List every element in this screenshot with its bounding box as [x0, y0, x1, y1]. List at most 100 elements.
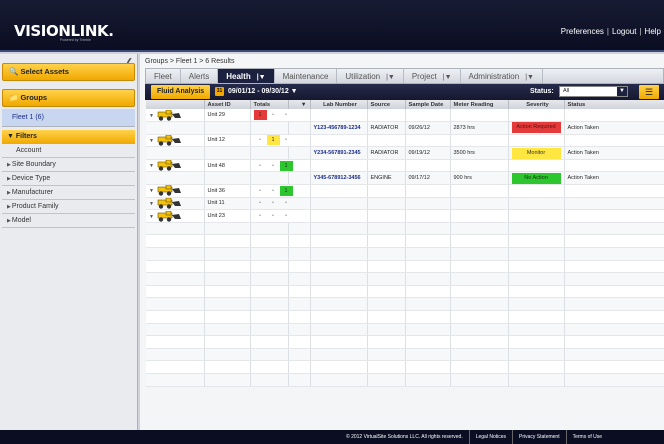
calendar-icon[interactable]: 31 — [215, 87, 224, 96]
severity-marker[interactable]: • — [280, 211, 293, 221]
severity-marker[interactable]: 1 — [279, 160, 293, 171]
col-header-status[interactable]: Status — [564, 100, 664, 109]
logout-link[interactable]: Logout — [609, 27, 639, 36]
lab-number-cell[interactable] — [310, 209, 368, 223]
table-row[interactable]: ▼ Unit 29 1 • • — [146, 109, 664, 123]
tab-health[interactable]: Health |▼ — [218, 69, 275, 83]
lab-number-cell[interactable] — [310, 348, 368, 362]
tab-project[interactable]: Project |▼ — [404, 69, 461, 83]
table-row[interactable] — [146, 335, 664, 349]
tab-alerts[interactable]: Alerts — [181, 69, 219, 83]
select-assets-button[interactable]: 🔍 Select Assets — [2, 63, 135, 81]
triangle-down-icon[interactable]: ▼ — [149, 138, 154, 144]
triangle-down-icon[interactable]: ▼ — [149, 113, 154, 119]
help-link[interactable]: Help — [642, 27, 664, 36]
chevron-down-icon[interactable]: |▼ — [386, 74, 395, 81]
lab-number-cell[interactable]: Y345-678912-3456 — [310, 171, 368, 186]
triangle-down-icon[interactable]: ▼ — [149, 214, 154, 220]
table-row[interactable] — [146, 247, 664, 261]
asset-id-cell[interactable] — [204, 234, 251, 249]
chevron-down-icon[interactable]: |▼ — [443, 74, 452, 81]
table-row[interactable] — [146, 260, 664, 274]
severity-marker[interactable]: 1 — [279, 185, 293, 196]
filter-item-model[interactable]: ▶Model — [2, 214, 135, 228]
lab-number-cell[interactable] — [310, 360, 368, 374]
asset-id-cell[interactable] — [204, 360, 251, 374]
lab-number-cell[interactable] — [310, 310, 368, 324]
lab-number-cell[interactable]: Y234-567891-2345 — [310, 146, 368, 160]
lab-number-cell[interactable] — [310, 197, 368, 211]
lab-number-cell[interactable] — [310, 272, 368, 286]
table-row[interactable]: Y234-567891-2345 RADIATOR 09/19/12 3500 hrs… — [146, 146, 664, 160]
table-row[interactable]: Y123-456789-1234 RADIATOR 09/26/12 2873 hrs… — [146, 121, 664, 135]
severity-marker[interactable]: 1 — [266, 135, 280, 146]
lab-number-cell[interactable] — [310, 373, 368, 387]
severity-marker[interactable]: • — [254, 161, 267, 171]
lab-number-cell[interactable] — [310, 109, 368, 123]
severity-marker[interactable]: • — [280, 135, 293, 145]
privacy-statement-link[interactable]: Privacy Statement — [512, 430, 566, 444]
triangle-down-icon[interactable]: ▼ — [149, 163, 154, 169]
asset-id-cell[interactable] — [204, 121, 251, 135]
lab-number-cell[interactable] — [310, 159, 368, 173]
filter-item-account[interactable]: Account — [2, 144, 135, 158]
table-row[interactable] — [146, 360, 664, 374]
fleet-group-item[interactable]: Fleet 1 (6) — [2, 109, 135, 127]
col-header-meter-reading[interactable]: Meter Reading — [450, 100, 509, 109]
groups-header[interactable]: 📁 Groups — [2, 89, 135, 107]
tab-utilization[interactable]: Utilization |▼ — [337, 69, 404, 83]
filter-item-device-type[interactable]: ▶Device Type — [2, 172, 135, 186]
asset-id-cell[interactable] — [204, 247, 251, 261]
table-row[interactable]: ▼ Unit 12 • 1 • — [146, 134, 664, 148]
asset-id-cell[interactable] — [204, 272, 251, 286]
chevron-down-icon[interactable]: |▼ — [257, 74, 266, 81]
table-row[interactable] — [146, 234, 664, 249]
lab-number-cell[interactable] — [310, 234, 368, 249]
date-range-selector[interactable]: 09/01/12 - 09/30/12 ▼ — [228, 86, 298, 98]
asset-id-cell[interactable]: Unit 29 — [204, 109, 251, 123]
table-row[interactable]: ▼ Unit 23 • • • — [146, 209, 664, 223]
table-row[interactable] — [146, 272, 664, 286]
severity-marker[interactable]: • — [254, 135, 267, 145]
asset-id-cell[interactable] — [204, 285, 251, 299]
col-header-source[interactable]: Source — [367, 100, 406, 109]
col-header-lab-number[interactable]: Lab Number — [310, 100, 368, 109]
table-row[interactable] — [146, 310, 664, 324]
filter-menu-button[interactable]: ☰ — [639, 85, 659, 99]
asset-id-cell[interactable] — [204, 373, 251, 387]
triangle-down-icon[interactable]: ▼ — [149, 188, 154, 194]
chevron-down-icon[interactable]: |▼ — [525, 74, 534, 81]
asset-id-cell[interactable] — [204, 323, 251, 337]
asset-id-cell[interactable] — [204, 222, 251, 236]
lab-number-cell[interactable] — [310, 260, 368, 274]
table-row[interactable] — [146, 348, 664, 362]
asset-id-cell[interactable] — [204, 171, 251, 186]
severity-badge[interactable]: Monitor — [511, 147, 561, 159]
lab-number-cell[interactable]: Y123-456789-1234 — [310, 121, 368, 135]
severity-marker[interactable]: • — [267, 186, 280, 196]
severity-marker[interactable]: • — [280, 198, 293, 208]
terms-of-use-link[interactable]: Terms of Use — [565, 430, 608, 444]
lab-number-cell[interactable] — [310, 335, 368, 349]
lab-number-cell[interactable] — [310, 285, 368, 299]
tab-maintenance[interactable]: Maintenance — [275, 69, 338, 83]
severity-marker[interactable]: • — [267, 161, 280, 171]
severity-marker[interactable]: • — [267, 198, 280, 208]
table-row[interactable] — [146, 297, 664, 311]
col-header-sample-date[interactable]: Sample Date — [405, 100, 451, 109]
triangle-down-icon[interactable]: ▼ — [149, 201, 154, 207]
lab-number-cell[interactable] — [310, 184, 368, 198]
filter-item-manufacturer[interactable]: ▶Manufacturer — [2, 186, 135, 200]
asset-id-cell[interactable]: Unit 23 — [204, 209, 251, 223]
asset-id-cell[interactable]: Unit 11 — [204, 197, 251, 211]
fluid-analysis-tab[interactable]: Fluid Analysis — [151, 85, 211, 99]
lab-number-cell[interactable] — [310, 323, 368, 337]
legal-notices-link[interactable]: Legal Notices — [468, 430, 512, 444]
table-row[interactable]: ▼ Unit 11 • • • — [146, 197, 664, 211]
tab-administration[interactable]: Administration |▼ — [461, 69, 543, 83]
table-row[interactable]: ▼ Unit 48 • • 1 — [146, 159, 664, 173]
asset-id-cell[interactable] — [204, 146, 251, 160]
severity-marker[interactable]: 1 — [253, 110, 267, 121]
table-row[interactable] — [146, 373, 664, 387]
lab-number-cell[interactable] — [310, 134, 368, 148]
